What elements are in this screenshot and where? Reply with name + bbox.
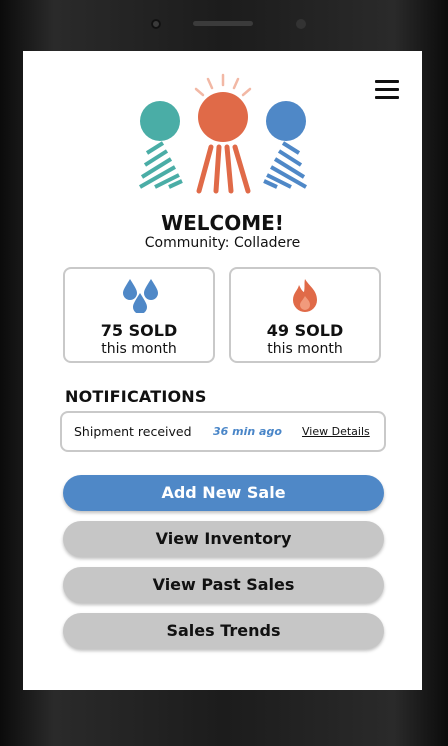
stat-card-water: 75 SOLD this month [63, 267, 215, 363]
notifications-title: NOTIFICATIONS [65, 387, 207, 406]
notification-message: Shipment received [74, 424, 192, 439]
add-new-sale-button[interactable]: Add New Sale [63, 475, 384, 511]
app-screen: WELCOME! Community: Colladere 75 SOLD th… [23, 51, 422, 690]
community-logo [139, 73, 307, 194]
view-past-sales-button[interactable]: View Past Sales [63, 567, 384, 603]
speaker [193, 21, 253, 26]
stat-count: 75 SOLD [100, 321, 178, 340]
water-drops-icon [123, 279, 158, 313]
hamburger-menu-icon[interactable] [375, 79, 399, 99]
stat-card-fire: 49 SOLD this month [229, 267, 381, 363]
view-details-link[interactable]: View Details [302, 425, 370, 438]
community-name: Community: Colladere [144, 235, 301, 251]
stat-count: 49 SOLD [266, 321, 344, 340]
welcome-title: WELCOME! [161, 211, 284, 235]
stat-period: this month [101, 341, 177, 357]
sensor [296, 19, 306, 29]
fire-icon [293, 279, 317, 312]
device-frame: WELCOME! Community: Colladere 75 SOLD th… [0, 0, 448, 746]
notification-item: Shipment received 36 min ago View Detail… [60, 411, 386, 452]
camera [151, 19, 161, 29]
sales-trends-button[interactable]: Sales Trends [63, 613, 384, 649]
view-inventory-button[interactable]: View Inventory [63, 521, 384, 557]
notification-time: 36 min ago [213, 425, 282, 438]
stat-period: this month [267, 341, 343, 357]
